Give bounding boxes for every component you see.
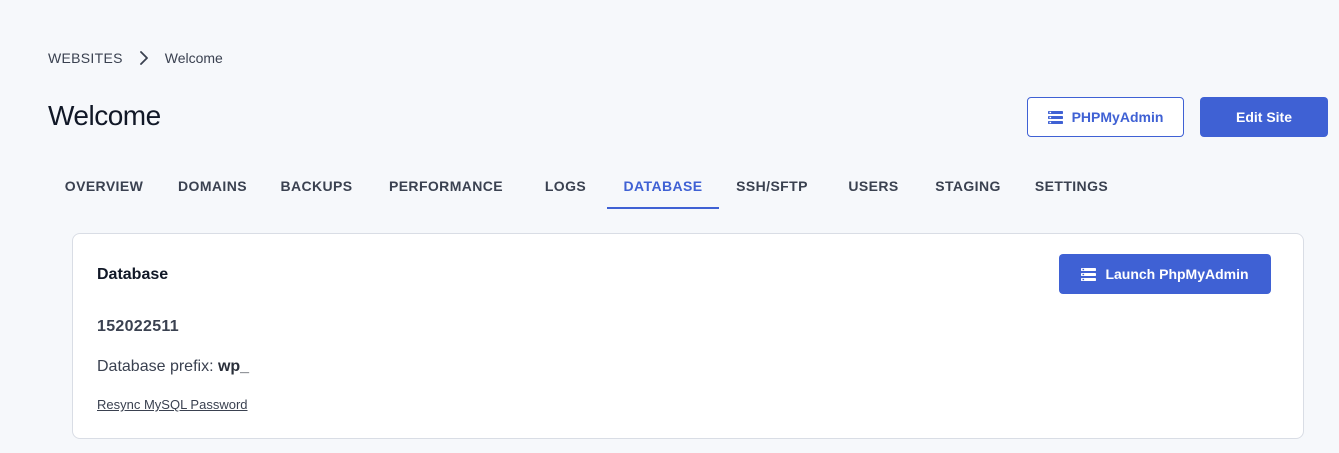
tab-database[interactable]: DATABASE [607,160,719,209]
database-prefix-value: wp_ [217,358,250,375]
tab-label: BACKUPS [280,178,353,194]
launch-phpmyadmin-label: Launch PhpMyAdmin [1105,266,1249,282]
database-prefix: Database prefix: wp_ [97,358,249,376]
tab-users[interactable]: USERS [825,160,922,209]
phpmyadmin-button[interactable]: PHPMyAdmin [1027,97,1184,137]
tab-label: DATABASE [623,178,703,194]
chevron-right-icon [139,51,149,65]
tab-settings[interactable]: SETTINGS [1014,160,1129,209]
tab-label: USERS [848,178,899,194]
page: WEBSITES Welcome Welcome PHPMyAdmin Edit… [0,0,1339,453]
tab-label: LOGS [544,178,587,194]
tab-label: SSH/SFTP [736,178,808,194]
edit-site-button-label: Edit Site [1235,109,1292,125]
database-icon [1047,110,1063,124]
tab-ssh-sftp[interactable]: SSH/SFTP [719,160,825,209]
breadcrumb-websites-link[interactable]: WEBSITES [48,50,123,66]
tab-bar: OVERVIEW DOMAINS BACKUPS PERFORMANCE LOG… [48,160,1129,210]
database-icon [1081,267,1097,281]
tab-label: STAGING [935,178,1001,194]
phpmyadmin-button-label: PHPMyAdmin [1071,109,1164,125]
tab-performance[interactable]: PERFORMANCE [368,160,524,209]
tab-staging[interactable]: STAGING [922,160,1014,209]
tab-domains[interactable]: DOMAINS [160,160,265,209]
tab-label: PERFORMANCE [388,178,504,194]
card-title: Database [97,266,169,283]
database-card: Database Launch PhpMyAdmin 152022511 Dat… [72,233,1304,439]
database-prefix-label: Database prefix: [97,358,218,375]
breadcrumb: WEBSITES Welcome [48,50,223,66]
tab-label: DOMAINS [178,178,247,194]
tab-overview[interactable]: OVERVIEW [48,160,160,209]
breadcrumb-current: Welcome [164,50,223,66]
page-title: Welcome [48,100,161,131]
resync-mysql-password-link[interactable]: Resync MySQL Password [97,397,248,412]
database-name: 152022511 [97,318,179,335]
tab-label: OVERVIEW [64,178,144,194]
edit-site-button[interactable]: Edit Site [1200,97,1328,137]
launch-phpmyadmin-button[interactable]: Launch PhpMyAdmin [1059,254,1271,294]
tab-logs[interactable]: LOGS [524,160,607,209]
tab-backups[interactable]: BACKUPS [265,160,368,209]
tab-label: SETTINGS [1034,178,1109,194]
